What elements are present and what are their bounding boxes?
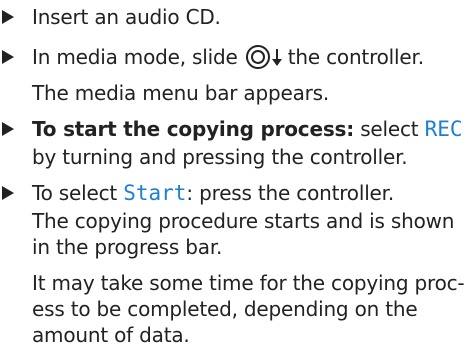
note-line-3: amount of data. [32,323,190,347]
step-2-line: In media mode, slide the controller. [32,44,424,70]
step-4-line-1: To select Start: press the controller. [32,180,394,206]
note-line-1: It may take some time for the copying pr… [32,271,464,295]
slide-down-arrow-icon [271,46,282,68]
step-bullet-icon [2,186,14,200]
step-3-line-1: To start the copying process: select REC [32,116,463,142]
step-2-result: The media menu bar appears. [32,81,330,105]
start-menu-item: Start [123,181,187,205]
step-2-text-after: the controller. [287,45,424,69]
step-3-line-2: by turning and pressing the controller. [32,145,408,169]
step-4-result-line-1: The copying procedure starts and is show… [32,209,455,233]
step-3-text: select [354,117,425,141]
step-4-text-a: To select [32,181,124,205]
step-bullet-icon [2,50,14,64]
step-bullet-icon [2,10,14,24]
controller-icon [245,45,270,69]
note-line-2: ess to be completed, depending on the [32,297,418,321]
step-3-bold-label: To start the copying process: [32,117,355,141]
step-4-text-b: : press the controller. [186,181,395,205]
step-1-text: Insert an audio CD. [32,5,221,29]
step-bullet-icon [2,122,14,136]
step-2-text-before: In media mode, slide [32,45,238,69]
instruction-document: Insert an audio CD. In media mode, slide… [0,0,464,352]
rec-menu-item: REC [424,117,463,141]
step-4-result-line-2: in the progress bar. [32,235,223,259]
